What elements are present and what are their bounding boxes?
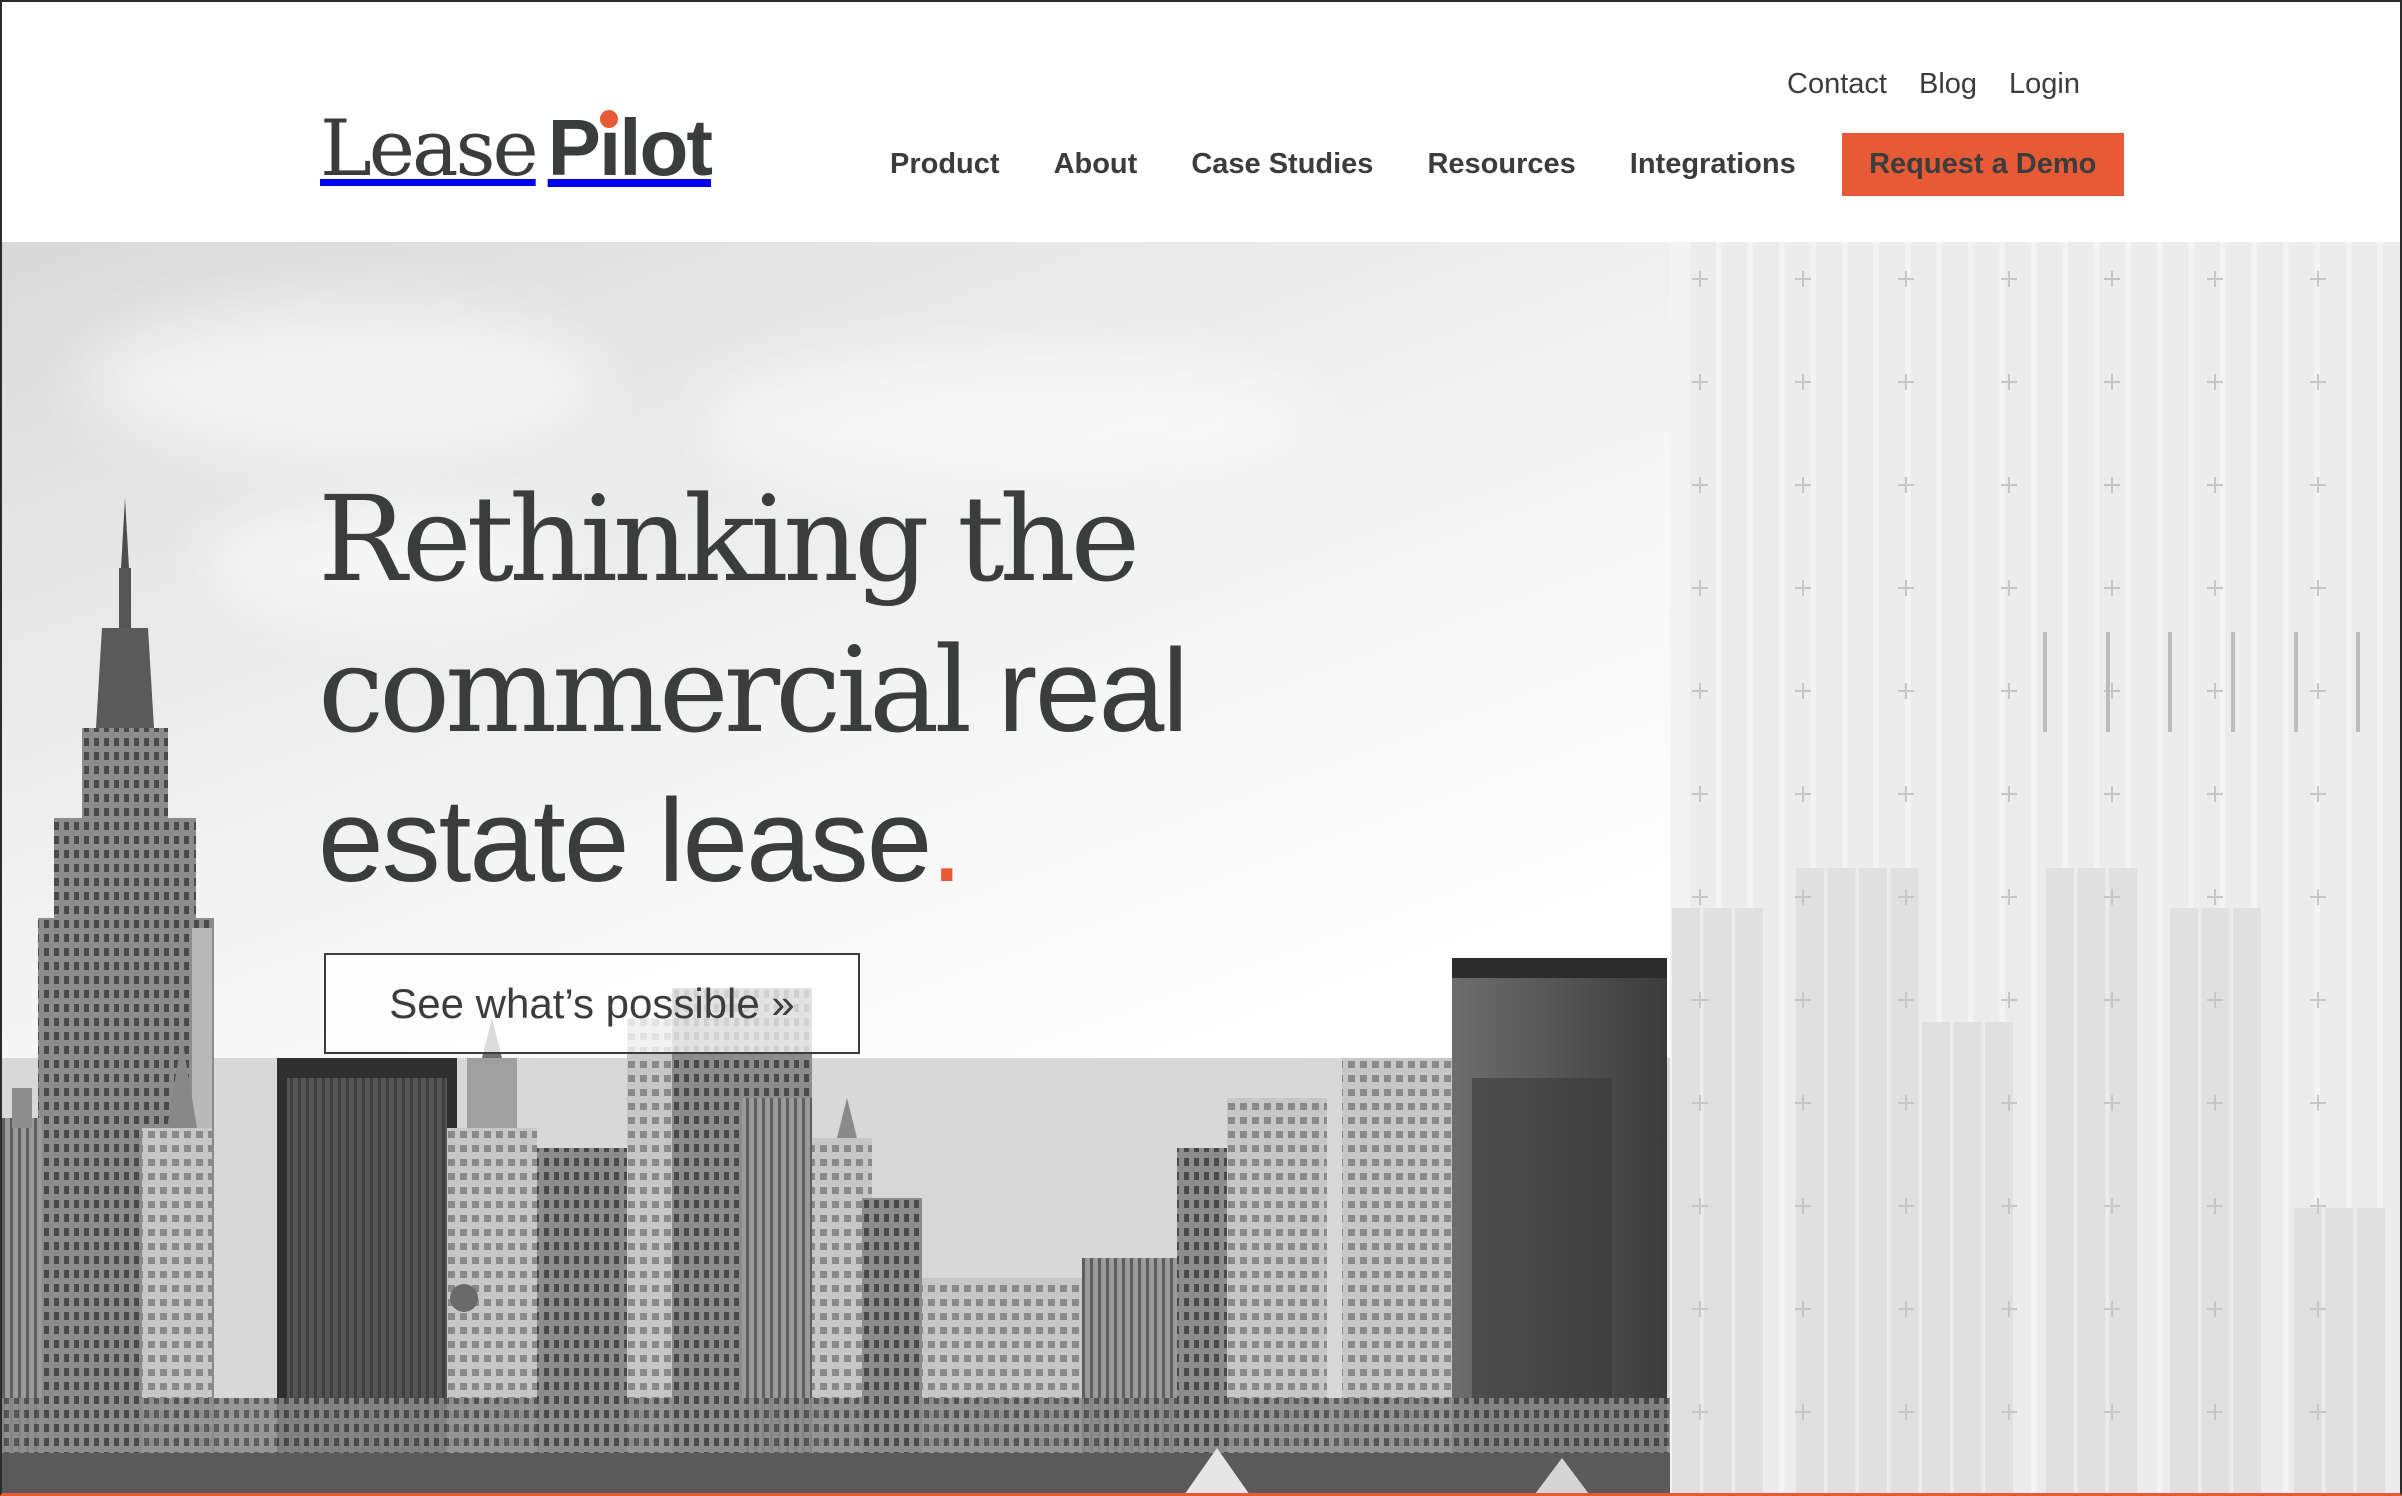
logo-text-lease: Lease bbox=[320, 104, 539, 194]
login-link[interactable]: Login bbox=[2009, 68, 2080, 101]
blog-link[interactable]: Blog bbox=[1919, 68, 1977, 101]
utility-nav: Contact Blog Login bbox=[1787, 68, 2080, 101]
headline-line1-text: Rethinking the bbox=[318, 470, 1140, 608]
nav-product[interactable]: Product bbox=[890, 148, 1000, 181]
logo-text-pilot: Pilot bbox=[547, 102, 713, 194]
headline-line-3: estate lease. bbox=[318, 766, 1187, 916]
decorative-grid-graphic bbox=[1670, 242, 2400, 1493]
nav-case-studies[interactable]: Case Studies bbox=[1191, 148, 1373, 181]
nav-integrations[interactable]: Integrations bbox=[1630, 148, 1796, 181]
logo-pilot-label: Pilot bbox=[547, 103, 713, 192]
hero-headline: Rethinking the commercial real estate le… bbox=[318, 464, 1189, 916]
headline-accent-dot: . bbox=[930, 775, 963, 907]
site-header: Lease Pilot Contact Blog Login Product A… bbox=[2, 2, 2400, 242]
headline-line2-serif: commercial bbox=[318, 621, 972, 759]
main-nav: Product About Case Studies Resources Int… bbox=[890, 133, 2178, 196]
request-demo-button[interactable]: Request a Demo bbox=[1841, 133, 2124, 196]
logo[interactable]: Lease Pilot bbox=[320, 102, 713, 194]
nav-resources[interactable]: Resources bbox=[1427, 148, 1575, 181]
page-frame: Lease Pilot Contact Blog Login Product A… bbox=[0, 0, 2402, 1496]
nav-about[interactable]: About bbox=[1054, 148, 1138, 181]
see-whats-possible-button[interactable]: See what’s possible » bbox=[324, 953, 860, 1054]
headline-line-2: commercial real bbox=[318, 615, 1189, 766]
logo-dot-icon bbox=[599, 110, 618, 128]
headline-line2-sans: real bbox=[997, 625, 1189, 757]
hero-section: Rethinking the commercial real estate le… bbox=[2, 242, 2400, 1493]
headline-line3-text: estate lease bbox=[318, 775, 932, 907]
contact-link[interactable]: Contact bbox=[1787, 68, 1887, 101]
headline-line-1: Rethinking the bbox=[318, 464, 1187, 615]
